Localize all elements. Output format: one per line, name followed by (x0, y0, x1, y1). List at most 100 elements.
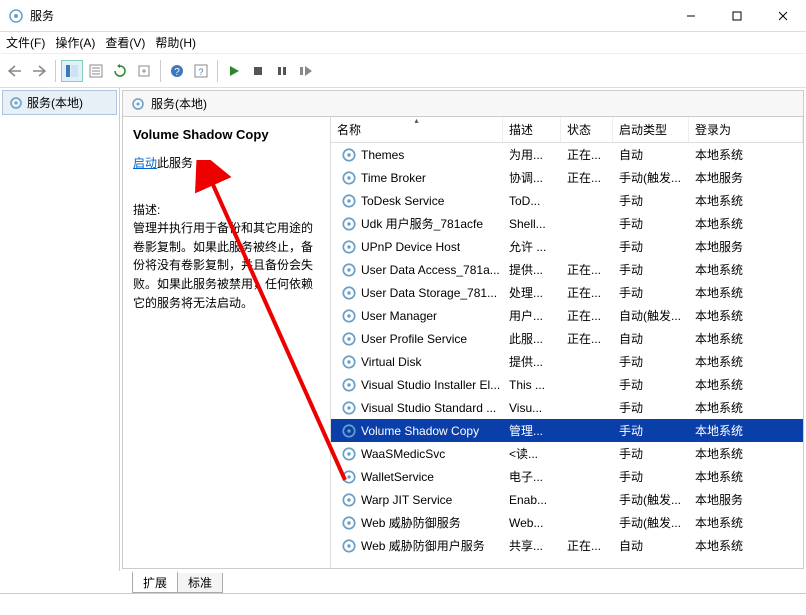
service-row[interactable]: User Profile Service此服...正在...自动本地系统 (331, 327, 803, 350)
refresh-button[interactable] (109, 60, 131, 82)
menu-help[interactable]: 帮助(H) (155, 34, 196, 51)
service-start-cell: 手动 (613, 192, 689, 209)
menu-view[interactable]: 查看(V) (105, 34, 145, 51)
service-row[interactable]: Virtual Disk提供...手动本地系统 (331, 350, 803, 373)
service-name-cell: Virtual Disk (331, 354, 503, 370)
stop-service-button[interactable] (247, 60, 269, 82)
toolbar: ? ? (0, 54, 806, 88)
service-row[interactable]: Time Broker协调...正在...手动(触发...本地服务 (331, 166, 803, 189)
col-start-type[interactable]: 启动类型 (613, 117, 689, 142)
service-row[interactable]: WalletService电子...手动本地系统 (331, 465, 803, 488)
gear-icon (131, 97, 145, 111)
service-row[interactable]: Visual Studio Installer El...This ...手动本… (331, 373, 803, 396)
service-start-cell: 自动 (613, 330, 689, 347)
service-row[interactable]: User Data Access_781a...提供...正在...手动本地系统 (331, 258, 803, 281)
service-desc-cell: 管理... (503, 422, 561, 439)
service-start-cell: 手动 (613, 215, 689, 232)
selected-service-title: Volume Shadow Copy (133, 127, 320, 142)
service-row[interactable]: Udk 用户服务_781acfeShell...手动本地系统 (331, 212, 803, 235)
service-row[interactable]: Web 威胁防御用户服务共享...正在...自动本地系统 (331, 534, 803, 557)
service-start-cell: 自动 (613, 537, 689, 554)
service-status-cell: 正在... (561, 284, 613, 301)
service-status-cell: 正在... (561, 261, 613, 278)
maximize-button[interactable] (714, 0, 760, 32)
properties-button[interactable] (85, 60, 107, 82)
services-list[interactable]: 名称▴ 描述 状态 启动类型 登录为 Themes为用...正在...自动本地系… (331, 117, 803, 568)
services-app-icon (8, 8, 24, 24)
service-name-cell: Time Broker (331, 170, 503, 186)
service-status-cell: 正在... (561, 537, 613, 554)
service-logon-cell: 本地系统 (689, 514, 803, 531)
description-label: 描述: (133, 201, 320, 220)
service-desc-cell: 此服... (503, 330, 561, 347)
service-start-cell: 手动(触发... (613, 514, 689, 531)
tab-extended[interactable]: 扩展 (132, 571, 178, 593)
service-row[interactable]: User Manager用户...正在...自动(触发...本地系统 (331, 304, 803, 327)
service-desc-cell: 允许 ... (503, 238, 561, 255)
service-logon-cell: 本地系统 (689, 261, 803, 278)
service-start-cell: 自动 (613, 146, 689, 163)
service-name-cell: ToDesk Service (331, 193, 503, 209)
service-desc-cell: 为用... (503, 146, 561, 163)
service-name-cell: Web 威胁防御服务 (331, 514, 503, 531)
col-name[interactable]: 名称▴ (331, 117, 503, 142)
service-row[interactable]: ToDesk ServiceToD...手动本地系统 (331, 189, 803, 212)
svg-text:?: ? (174, 67, 180, 78)
service-name-cell: UPnP Device Host (331, 239, 503, 255)
service-desc-cell: 处理... (503, 284, 561, 301)
service-row[interactable]: Web 威胁防御服务Web...手动(触发...本地系统 (331, 511, 803, 534)
col-logon[interactable]: 登录为 (689, 117, 803, 142)
pane-header: 服务(本地) (123, 91, 803, 117)
right-pane: 服务(本地) Volume Shadow Copy 启动此服务 描述: 管理并执… (122, 90, 804, 569)
service-row[interactable]: User Data Storage_781...处理...正在...手动本地系统 (331, 281, 803, 304)
menu-file[interactable]: 文件(F) (6, 34, 45, 51)
service-name-cell: User Data Storage_781... (331, 285, 503, 301)
gear-icon (9, 96, 23, 110)
menu-action[interactable]: 操作(A) (55, 34, 95, 51)
service-name-cell: Volume Shadow Copy (331, 423, 503, 439)
service-desc-cell: 协调... (503, 169, 561, 186)
minimize-button[interactable] (668, 0, 714, 32)
service-logon-cell: 本地系统 (689, 445, 803, 462)
pause-service-button[interactable] (271, 60, 293, 82)
col-desc[interactable]: 描述 (503, 117, 561, 142)
nav-services-local-label: 服务(本地) (27, 94, 83, 111)
service-desc-cell: 电子... (503, 468, 561, 485)
start-service-link[interactable]: 启动 (133, 156, 157, 170)
service-desc-cell: Shell... (503, 217, 561, 231)
column-headers: 名称▴ 描述 状态 启动类型 登录为 (331, 117, 803, 143)
service-logon-cell: 本地系统 (689, 468, 803, 485)
service-logon-cell: 本地系统 (689, 330, 803, 347)
service-name-cell: Udk 用户服务_781acfe (331, 215, 503, 232)
service-row[interactable]: Visual Studio Standard ...Visu...手动本地系统 (331, 396, 803, 419)
nav-services-local[interactable]: 服务(本地) (2, 90, 117, 115)
start-service-button[interactable] (223, 60, 245, 82)
service-status-cell: 正在... (561, 307, 613, 324)
service-desc-cell: <读... (503, 445, 561, 462)
back-button[interactable] (4, 60, 26, 82)
service-logon-cell: 本地系统 (689, 422, 803, 439)
service-row[interactable]: WaaSMedicSvc<读...手动本地系统 (331, 442, 803, 465)
service-start-cell: 自动(触发... (613, 307, 689, 324)
service-start-cell: 手动 (613, 261, 689, 278)
view-tabs: 扩展 标准 (0, 571, 806, 593)
service-row[interactable]: UPnP Device Host允许 ...手动本地服务 (331, 235, 803, 258)
title-bar: 服务 (0, 0, 806, 32)
service-desc-cell: This ... (503, 378, 561, 392)
service-row[interactable]: Themes为用...正在...自动本地系统 (331, 143, 803, 166)
service-name-cell: WalletService (331, 469, 503, 485)
service-logon-cell: 本地服务 (689, 238, 803, 255)
col-status[interactable]: 状态 (561, 117, 613, 142)
svg-text:?: ? (198, 67, 203, 77)
show-hide-tree-button[interactable] (61, 60, 83, 82)
tab-standard[interactable]: 标准 (177, 573, 223, 593)
service-row[interactable]: Warp JIT ServiceEnab...手动(触发...本地服务 (331, 488, 803, 511)
help-button-2[interactable]: ? (190, 60, 212, 82)
service-logon-cell: 本地服务 (689, 169, 803, 186)
service-row[interactable]: Volume Shadow Copy管理...手动本地系统 (331, 419, 803, 442)
export-button[interactable] (133, 60, 155, 82)
help-button[interactable]: ? (166, 60, 188, 82)
forward-button[interactable] (28, 60, 50, 82)
close-button[interactable] (760, 0, 806, 32)
restart-service-button[interactable] (295, 60, 317, 82)
